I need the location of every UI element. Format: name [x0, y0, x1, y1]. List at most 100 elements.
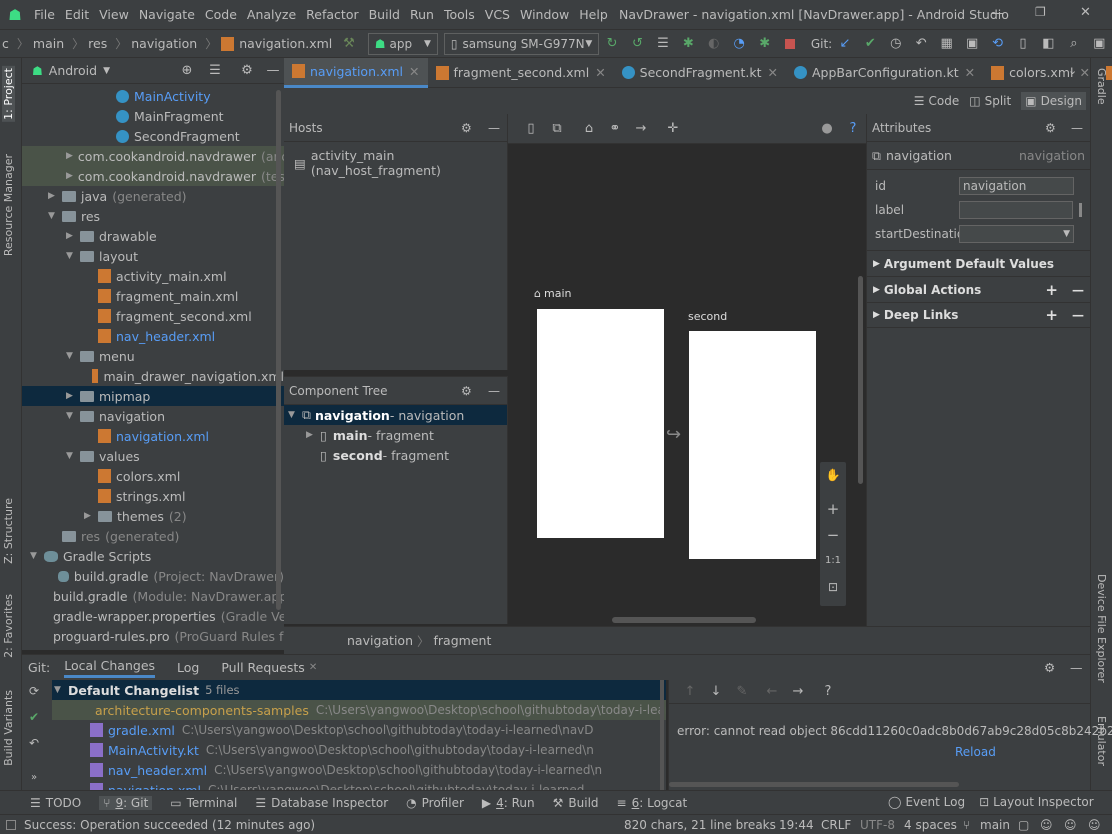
project-tree-item[interactable]: ▼ menu [22, 346, 284, 366]
editor-tab[interactable]: navigation.xml ✕ [284, 57, 428, 88]
minimize-button[interactable]: — [991, 6, 1004, 21]
add-icon[interactable]: + [1045, 281, 1058, 299]
project-tool-tab[interactable]: 1: Project [2, 66, 15, 122]
close-tab-icon[interactable]: ✕ [409, 64, 419, 79]
expand-arrow-icon[interactable]: ▼ [288, 410, 302, 420]
commit-icon[interactable]: ✔ [29, 710, 39, 724]
git-update-icon[interactable]: ↙ [836, 35, 853, 53]
indent-setting[interactable]: 4 spaces [904, 818, 957, 832]
menu-run[interactable]: Run [410, 7, 434, 22]
expand-arrow-icon[interactable]: ▼ [48, 211, 62, 221]
prev-diff-icon[interactable]: ↑ [681, 683, 699, 701]
tool-button[interactable]: ⚒ Build [553, 796, 599, 810]
close-tab-icon[interactable]: ✕ [965, 65, 975, 80]
host-item[interactable]: ▤ activity_main (nav_host_fragment) [284, 142, 507, 184]
gear-icon[interactable]: ⚙ [461, 121, 472, 135]
home-icon[interactable]: ⌂ [580, 120, 598, 138]
notification-face-icon[interactable]: ☺ [1088, 818, 1101, 832]
project-tree-item[interactable]: fragment_main.xml [22, 286, 284, 306]
menu-code[interactable]: Code [205, 7, 237, 22]
global-actions-section[interactable]: ▶ Global Actions + — [867, 276, 1090, 302]
menu-refactor[interactable]: Refactor [306, 7, 358, 22]
menu-file[interactable]: File [34, 7, 55, 22]
project-tree-item[interactable]: activity_main.xml [22, 266, 284, 286]
menu-build[interactable]: Build [369, 7, 400, 22]
id-field[interactable]: navigation [959, 177, 1074, 195]
git-tab[interactable]: Local Changes [64, 658, 156, 678]
rollback-icon[interactable]: ↶ [913, 35, 930, 53]
reload-link[interactable]: Reload [955, 745, 996, 759]
menu-navigate[interactable]: Navigate [139, 7, 195, 22]
project-tree-item[interactable]: main_drawer_navigation.xml [22, 366, 284, 386]
menu-analyze[interactable]: Analyze [247, 7, 296, 22]
editor-tab[interactable]: SecondFragment.kt ✕ [614, 58, 786, 88]
search-icon[interactable]: ⌕ [1065, 35, 1082, 53]
tool-button[interactable]: ◔ Profiler [406, 796, 464, 810]
structure-tab[interactable]: Z: Structure [2, 498, 15, 564]
rollback-icon[interactable]: ↶ [29, 736, 39, 750]
project-scrollbar[interactable] [276, 90, 281, 610]
refresh-icon[interactable]: ⟳ [29, 684, 39, 698]
expand-arrow-icon[interactable]: ▶ [84, 511, 98, 521]
event-log-button[interactable]: Event Log [905, 795, 965, 809]
tool-button[interactable]: ☰ Database Inspector [255, 796, 388, 810]
project-structure-icon[interactable]: ▦ [938, 35, 955, 53]
collapse-all-icon[interactable]: ☰ [206, 62, 224, 80]
expand-arrow-icon[interactable]: ▶ [48, 191, 62, 201]
action-arrow-icon[interactable]: → [632, 120, 650, 138]
project-tree-item[interactable]: proguard-rules.pro (ProGuard Rules fo [22, 626, 284, 646]
menu-vcs[interactable]: VCS [485, 7, 510, 22]
warning-icon[interactable]: ● [818, 120, 836, 138]
breadcrumb-fragment[interactable]: fragment [434, 633, 492, 648]
second-fragment-preview[interactable] [689, 331, 816, 559]
attach-debugger-icon[interactable]: ◐ [705, 35, 722, 53]
menu-tools[interactable]: Tools [444, 7, 475, 22]
close-tab-icon[interactable]: ✕ [309, 662, 317, 673]
link-icon[interactable]: ⚭ [606, 120, 624, 138]
git-tab[interactable]: Pull Requests [221, 660, 304, 675]
line-separator[interactable]: CRLF [821, 818, 851, 832]
restore-button[interactable]: ❐ [1035, 5, 1046, 19]
locate-icon[interactable]: ⊕ [178, 62, 196, 80]
changelist-header[interactable]: ▼ Default Changelist 5 files [52, 680, 666, 700]
project-tree-item[interactable]: build.gradle (Project: NavDrawer) [22, 566, 284, 586]
zoom-in-icon[interactable]: + [820, 496, 846, 522]
project-tree-item[interactable]: colors.xml [22, 466, 284, 486]
close-tab-icon[interactable]: ✕ [595, 65, 605, 80]
remove-icon[interactable]: — [1072, 308, 1084, 322]
project-tree-item[interactable]: ▶ java (generated) [22, 186, 284, 206]
device-file-explorer-tab[interactable]: Device File Explorer [1095, 574, 1108, 683]
help-icon[interactable]: ? [819, 683, 837, 701]
changes-scrollbar[interactable] [660, 680, 664, 790]
tool-button[interactable]: ≡ 6: Logcat [617, 796, 688, 810]
project-tree-item[interactable]: MainActivity [22, 86, 284, 106]
code-mode-button[interactable]: ☰ Code [914, 94, 960, 108]
menu-window[interactable]: Window [520, 7, 569, 22]
tool-button[interactable]: ▶ 4: Run [482, 796, 535, 810]
remove-icon[interactable]: — [1072, 283, 1084, 297]
expand-arrow-icon[interactable]: ▼ [66, 351, 80, 361]
editor-tab[interactable]: fragment_second.xml ✕ [428, 58, 614, 88]
inspection-face-icon[interactable]: ☺ [1064, 818, 1077, 832]
changed-file-row[interactable]: gradle.xml C:\Users\yangwoo\Desktop\schoo… [52, 720, 666, 740]
expand-arrow-icon[interactable]: ▼ [54, 685, 68, 695]
project-tree-item[interactable]: MainFragment [22, 106, 284, 126]
deep-links-section[interactable]: ▶ Deep Links + — [867, 302, 1090, 328]
back-icon[interactable]: ← [763, 683, 781, 701]
more-icon[interactable]: » [31, 772, 37, 783]
editor-tab[interactable]: AppBarConfiguration.kt ✕ [786, 58, 983, 88]
hammer-build-icon[interactable]: ⚒ [340, 35, 357, 53]
breadcrumb-item[interactable]: main [33, 36, 64, 51]
gear-icon[interactable]: ⚙ [461, 384, 472, 398]
action-arrow-icon[interactable]: ↪ [666, 424, 681, 445]
device-select[interactable]: ▯ samsung SM-G977N ▼ [443, 32, 600, 55]
project-tree-item[interactable]: ▶com.cookandroid.navdrawer(test) [22, 166, 284, 186]
design-mode-button[interactable]: ▣ Design [1021, 92, 1086, 110]
minimize-panel-icon[interactable]: — [264, 62, 282, 80]
gear-icon[interactable]: ⚙ [238, 62, 256, 80]
expand-arrow-icon[interactable]: ▶ [66, 171, 73, 181]
project-tree-item[interactable]: ▶ drawable [22, 226, 284, 246]
argument-defaults-section[interactable]: ▶ Argument Default Values [867, 250, 1090, 276]
history-icon[interactable]: ◷ [887, 35, 904, 53]
expand-arrow-icon[interactable]: ▶ [66, 231, 80, 241]
